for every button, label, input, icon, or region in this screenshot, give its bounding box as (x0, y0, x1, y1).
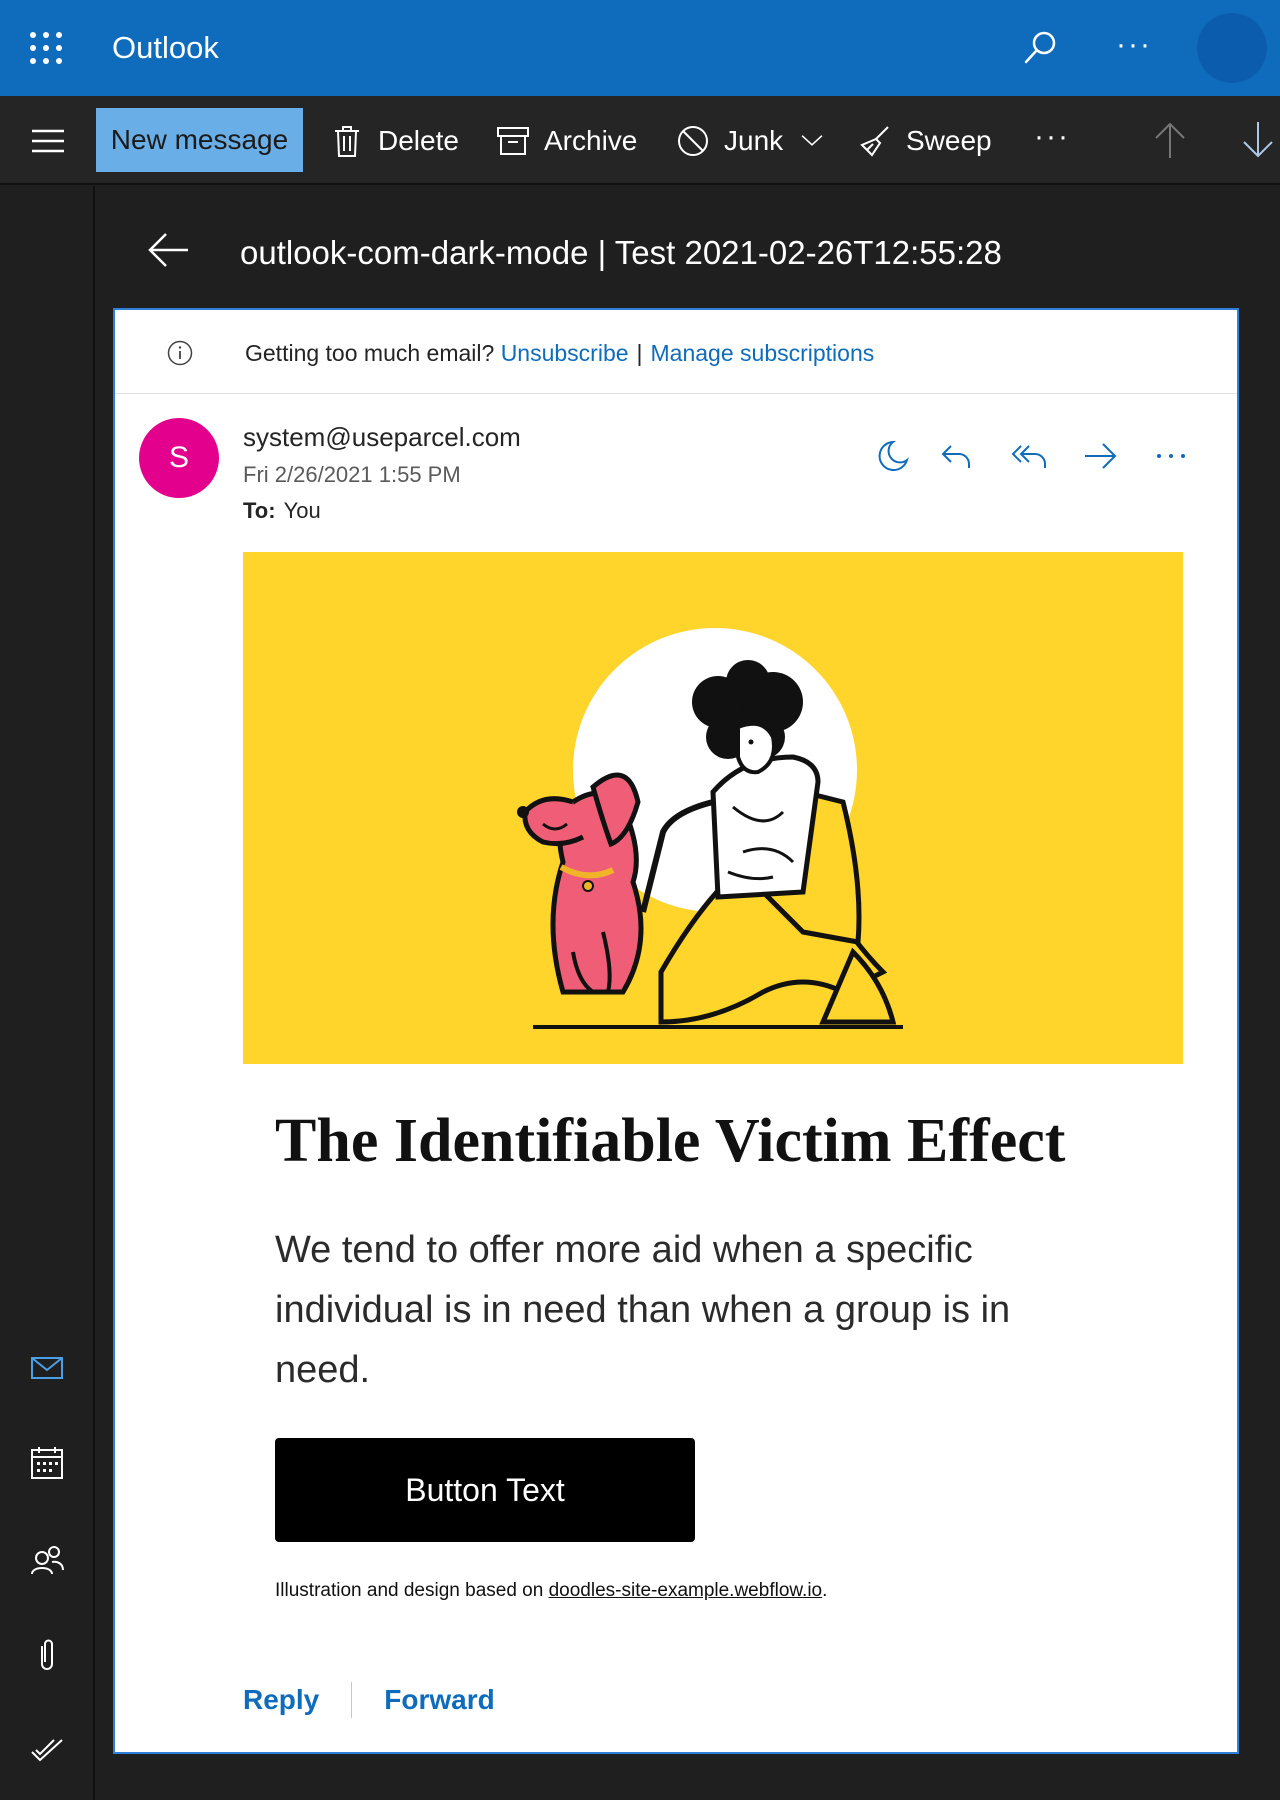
illustration-credit: Illustration and design based on doodles… (275, 1580, 827, 1602)
to-label: To: (243, 498, 276, 523)
notice-text: Getting too much email? Unsubscribe | Mana… (245, 340, 874, 367)
article-paragraph: We tend to offer more aid when a specifi… (275, 1229, 1011, 1391)
cta-button[interactable]: Button Text (275, 1438, 695, 1542)
message-subject: outlook-com-dark-mode | Test 2021-02-26T… (240, 234, 1002, 271)
reply-all-icon[interactable] (1009, 436, 1049, 476)
top-bar: Outlook ··· (0, 0, 1280, 96)
top-more-button[interactable]: ··· (1116, 28, 1152, 62)
delete-button[interactable]: Delete (330, 118, 459, 164)
hero-illustration (243, 552, 1183, 1064)
notice-separator: | (636, 340, 643, 366)
calendar-icon[interactable] (28, 1444, 66, 1482)
sender-avatar[interactable]: S (139, 418, 219, 498)
chevron-down-icon[interactable] (799, 128, 825, 154)
unsubscribe-link[interactable]: Unsubscribe (501, 340, 629, 366)
sweep-button[interactable]: Sweep (858, 118, 992, 164)
hamburger-icon[interactable] (30, 128, 66, 154)
sender-email[interactable]: system@useparcel.com (243, 422, 521, 453)
manage-subscriptions-link[interactable]: Manage subscriptions (651, 340, 875, 366)
junk-label: Junk (724, 125, 784, 156)
moon-icon[interactable] (873, 436, 913, 476)
credit-suffix: . (822, 1580, 828, 1601)
sweep-label: Sweep (906, 125, 992, 156)
arrow-down-icon[interactable] (1240, 120, 1276, 160)
message-card: Getting too much email? Unsubscribe | Mana… (113, 308, 1239, 1754)
junk-icon (678, 126, 708, 156)
junk-button[interactable]: Junk (676, 118, 825, 164)
sent-date: Fri 2/26/2021 1:55 PM (243, 462, 461, 487)
archive-icon (497, 127, 529, 155)
reply-button[interactable]: Reply (243, 1684, 319, 1716)
command-toolbar: New message Delete Archive Junk Sweep ··… (0, 96, 1280, 185)
forward-button[interactable]: Forward (384, 1684, 494, 1716)
archive-button[interactable]: Archive (496, 118, 637, 164)
reply-forward-bar: Reply Forward (243, 1680, 495, 1720)
mail-icon[interactable] (28, 1348, 66, 1386)
archive-label: Archive (544, 125, 638, 156)
reply-separator (351, 1682, 353, 1718)
info-icon (167, 340, 193, 366)
notice-label: Getting too much email? (245, 340, 495, 366)
todo-icon[interactable] (28, 1732, 66, 1770)
people-icon[interactable] (28, 1540, 66, 1578)
credit-prefix: Illustration and design based on (275, 1580, 549, 1601)
back-arrow-icon[interactable] (146, 230, 190, 270)
article-title: The Identifiable Victim Effect (275, 1107, 1066, 1175)
subscription-notice: Getting too much email? Unsubscribe | Mana… (115, 310, 1237, 394)
account-avatar[interactable] (1197, 13, 1267, 83)
search-icon[interactable] (1020, 28, 1060, 68)
delete-icon (335, 126, 359, 157)
woman-with-dog-illustration (517, 628, 903, 1029)
app-title[interactable]: Outlook (112, 30, 219, 66)
credit-link[interactable]: doodles-site-example.webflow.io (549, 1580, 823, 1601)
arrow-up-icon[interactable] (1152, 120, 1188, 160)
attachment-icon[interactable] (28, 1636, 66, 1674)
forward-icon[interactable] (1081, 436, 1121, 476)
delete-label: Delete (378, 125, 459, 156)
reply-icon[interactable] (937, 436, 977, 476)
message-more-icon[interactable] (1151, 436, 1191, 476)
waffle-icon[interactable] (28, 30, 64, 66)
to-value[interactable]: You (284, 498, 321, 523)
sweep-icon (860, 126, 889, 157)
toolbar-more-button[interactable]: ··· (1034, 120, 1070, 154)
recipients: To: You (243, 498, 321, 524)
new-message-button[interactable]: New message (96, 108, 303, 172)
reading-pane-header: outlook-com-dark-mode | Test 2021-02-26T… (96, 186, 1280, 306)
left-rail (0, 186, 95, 1800)
